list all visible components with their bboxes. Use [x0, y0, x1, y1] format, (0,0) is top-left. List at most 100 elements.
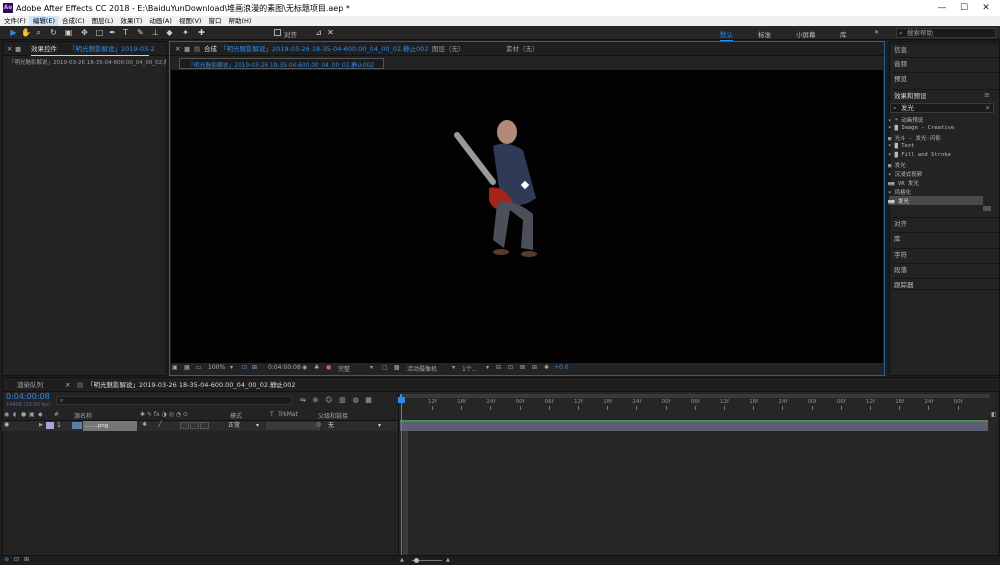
menu-window[interactable]: 窗口 [204, 16, 224, 26]
menu-layer[interactable]: 图层(L) [88, 16, 117, 26]
zoom-level[interactable]: 100% [208, 364, 225, 371]
brush-tool-icon[interactable]: ✎ [136, 28, 145, 37]
layer-expand-icon[interactable]: ▶ [39, 422, 43, 428]
zoom-tool-icon[interactable]: ⌕ [34, 28, 43, 37]
camera-tool-icon[interactable]: ▣ [64, 28, 73, 37]
workspace-standard[interactable]: 标准 [758, 29, 771, 39]
clone-stamp-tool-icon[interactable]: ⊥ [151, 28, 160, 37]
preview-panel-tab[interactable]: 预览 [892, 72, 1000, 84]
source-name-header[interactable]: 源名称 [74, 411, 92, 420]
snap-icon[interactable]: ⊿ [314, 28, 323, 37]
lock-icon[interactable]: ■ [15, 42, 21, 55]
rotate-tool-icon[interactable]: ↻ [49, 28, 58, 37]
composition-tab-name[interactable]: 「明光魅影解说」2019-03-26 18-35-04-600.00_04_00… [220, 42, 428, 55]
timeline-menu-icon[interactable]: ≡ [275, 378, 280, 391]
close-comp-tab-icon[interactable]: ✕ [175, 42, 180, 55]
hand-tool-icon[interactable]: ✋ [21, 28, 31, 37]
menu-view[interactable]: 视图(V) [175, 16, 205, 26]
camera-dropdown-icon[interactable]: ▾ [452, 364, 455, 371]
status-icon-2[interactable]: ⊡ [14, 556, 19, 563]
tree-item-stylize[interactable]: ▾ 风格化 [888, 188, 911, 196]
tree-item-vr-glow[interactable]: ▣▣ VR 发光 [888, 179, 919, 187]
zoom-out-icon[interactable]: ▲ [400, 557, 404, 563]
resolution-value[interactable]: 完整 [338, 364, 350, 373]
timeline-icon[interactable]: ⊠ [520, 364, 525, 371]
align-panel-tab[interactable]: 对齐 [892, 217, 1000, 229]
exposure-icon[interactable]: ✱ [544, 364, 549, 371]
menu-help[interactable]: 帮助(H) [224, 16, 254, 26]
layer-switch-shy[interactable]: ✱ [142, 421, 147, 428]
menu-file[interactable]: 文件(F) [0, 16, 29, 26]
pickwhip-icon[interactable]: ◎ [316, 421, 321, 428]
composition-tab-prefix[interactable]: 合成 [204, 42, 217, 55]
paragraph-panel-tab[interactable]: 段落 [892, 263, 1000, 275]
color-channel-icon[interactable]: ● [326, 364, 331, 371]
search-help-input[interactable]: ⌕ 搜索帮助 [896, 28, 996, 38]
tree-item-fill-stroke[interactable]: ▾ ▇ Fill and Stroke [888, 152, 951, 158]
layer-switch-box-3[interactable] [200, 422, 209, 429]
draft-3d-icon[interactable]: ⊛ [313, 396, 319, 404]
close-timeline-tab-icon[interactable]: ✕ [65, 378, 70, 391]
rectangle-tool-icon[interactable]: □ [95, 28, 104, 37]
layer-tab[interactable]: 图层（无） [432, 42, 465, 55]
layer-switch-quality[interactable]: ╱ [158, 421, 162, 428]
trkmat-dropdown[interactable] [266, 422, 320, 430]
comp-subtab[interactable]: 「明光魅影解说」2019-03-26 18-35-04-600.00_04_00… [179, 58, 384, 69]
comp-mini-flowchart-icon[interactable]: ⇋ [300, 396, 306, 404]
views-dropdown-icon[interactable]: ▾ [486, 364, 489, 371]
library-panel-tab[interactable]: 库 [892, 232, 1000, 244]
workspace-small-screen[interactable]: 小屏幕 [796, 29, 816, 39]
tree-item-image-creative[interactable]: ▾ ▇ Image - Creative [888, 125, 954, 131]
flowchart-icon[interactable]: ⊞ [532, 364, 537, 371]
render-queue-tab[interactable]: 渲染队列 [17, 378, 43, 391]
views-layout[interactable]: 1个... [462, 364, 478, 373]
tree-item-text[interactable]: ▾ ▇ Text [888, 143, 915, 149]
menu-composition[interactable]: 合成(C) [58, 16, 88, 26]
parent-header[interactable]: 父级和链接 [318, 411, 348, 420]
safe-zones-icon[interactable]: ⊡ [242, 364, 247, 371]
layer-row[interactable]: ◉ ▶ 1 …….png ✱ ╱ 正常 ▾ ◎ 无 ▾ [2, 421, 398, 431]
resolution-dropdown-icon[interactable]: ▾ [370, 364, 373, 371]
status-icon-1[interactable]: ⊕ [4, 556, 9, 563]
exposure-value[interactable]: +0.0 [554, 364, 569, 371]
timeline-scroll-track[interactable] [403, 431, 408, 563]
show-snapshot-icon[interactable]: ♣ [314, 364, 319, 371]
camera-view[interactable]: 活动摄像机 [407, 364, 437, 373]
comp-button-icon[interactable]: ◧ [991, 411, 997, 418]
frame-blend-icon[interactable]: ▥ [339, 396, 346, 404]
pixel-aspect-icon[interactable]: ⊟ [496, 364, 501, 371]
viewer-timecode[interactable]: 0:04:00:08 [268, 364, 301, 371]
maximize-button[interactable]: ☐ [957, 2, 971, 14]
snap-options-icon[interactable]: ✕ [326, 28, 335, 37]
parent-dropdown[interactable]: 无 ▾ [328, 421, 386, 431]
fast-preview-icon[interactable]: ⊡ [508, 364, 513, 371]
workspace-more-icon[interactable]: » [872, 28, 881, 37]
trkmat-header[interactable]: TrkMat [278, 411, 298, 418]
layer-switch-box-2[interactable] [190, 422, 199, 429]
comp-lock-icon[interactable]: ■ [184, 42, 190, 55]
menu-edit[interactable]: 编辑(E) [28, 16, 58, 26]
effects-scrollbar[interactable] [983, 206, 991, 211]
layer-duration-bar[interactable] [400, 420, 988, 431]
mask-icon[interactable]: ▦ [184, 364, 190, 371]
pan-behind-tool-icon[interactable]: ✥ [80, 28, 89, 37]
close-button[interactable]: ✕ [979, 2, 993, 14]
shy-icon[interactable]: ☺ [325, 396, 332, 404]
layer-name[interactable]: …….png [83, 421, 137, 431]
eraser-tool-icon[interactable]: ◆ [165, 28, 174, 37]
timeline-search-input[interactable]: ⌕ [56, 396, 292, 405]
tracker-panel-tab[interactable]: 跟踪器 [892, 278, 1000, 290]
zoom-in-icon[interactable]: ▲ [446, 557, 450, 563]
mode-header[interactable]: 模式 [230, 411, 242, 420]
fit-icon[interactable]: ⊞ [252, 364, 257, 371]
clear-search-icon[interactable]: ✕ [985, 104, 990, 112]
layer-mode-dropdown[interactable]: 正常 ▾ [228, 421, 264, 431]
tree-item-glow-selected[interactable]: ▣▣ 发光 [888, 197, 909, 205]
snapshot-icon[interactable]: ◉ [302, 364, 307, 371]
effect-controls-layer-name[interactable]: 「明光魅影解说」2019-03-2 [69, 42, 155, 55]
tree-item-glow-text[interactable]: ▣ 发光 [888, 161, 906, 169]
timeline-graph-area[interactable] [398, 392, 996, 563]
workspace-default[interactable]: 默认 [720, 29, 733, 41]
info-panel-tab[interactable]: 信息 [892, 43, 1000, 55]
playhead-handle[interactable] [398, 397, 405, 403]
